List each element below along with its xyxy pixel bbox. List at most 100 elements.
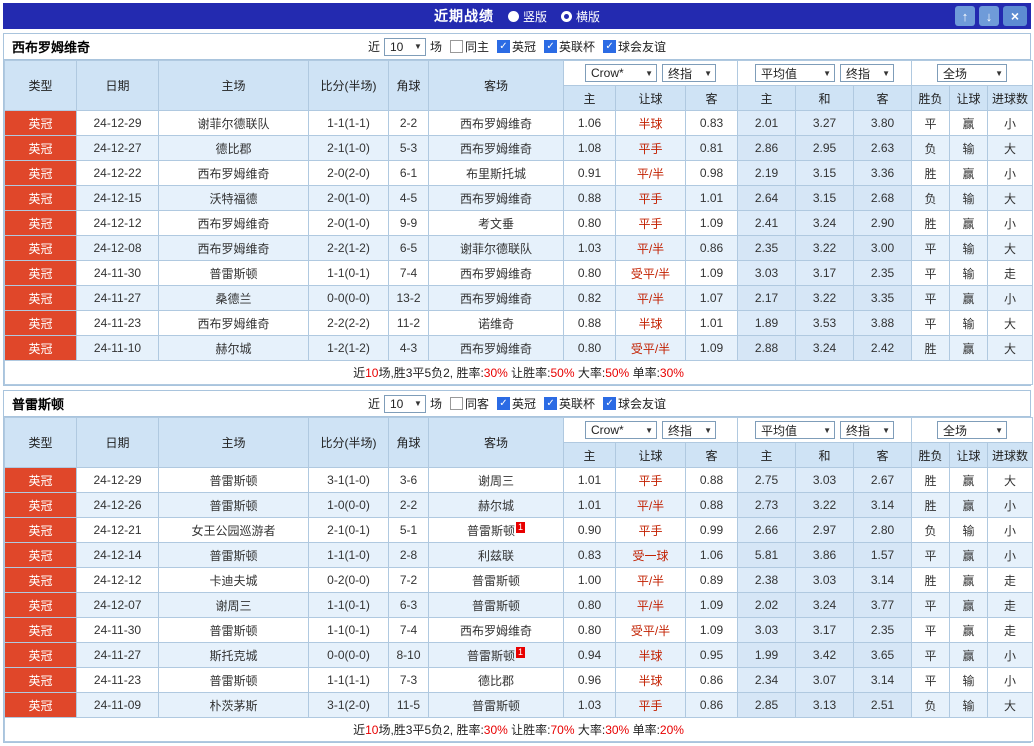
away-team-cell[interactable]: 诺维奇 (428, 310, 564, 336)
home-team-cell[interactable]: 谢菲尔德联队 (158, 110, 309, 136)
filter-checkbox[interactable]: ✓ 球会友谊 (603, 395, 666, 412)
filter-checkbox[interactable]: 同客 (449, 395, 489, 412)
away-team-cell[interactable]: 普雷斯顿 1 (428, 642, 564, 668)
radio-icon[interactable] (561, 10, 572, 22)
away-team-cell[interactable]: 普雷斯顿 1 (428, 517, 564, 543)
team-link[interactable]: 布里斯托城 (466, 167, 526, 181)
home-team-cell[interactable]: 西布罗姆维奇 (158, 310, 309, 336)
team-link[interactable]: 诺维奇 (478, 317, 514, 331)
away-team-cell[interactable]: 西布罗姆维奇 (428, 110, 564, 136)
team-link[interactable]: 西布罗姆维奇 (197, 317, 269, 331)
home-team-cell[interactable]: 普雷斯顿 (158, 542, 309, 568)
team-link[interactable]: 普雷斯顿 (209, 674, 257, 688)
home-team-cell[interactable]: 朴茨茅斯 (158, 692, 309, 718)
away-team-cell[interactable]: 西布罗姆维奇 (428, 335, 564, 361)
home-team-cell[interactable]: 西布罗姆维奇 (158, 210, 309, 236)
team-link[interactable]: 德比郡 (478, 674, 514, 688)
arrow-up-icon[interactable]: ↑ (955, 6, 975, 26)
away-team-cell[interactable]: 西布罗姆维奇 (428, 617, 564, 643)
checkbox-checked-icon[interactable]: ✓ (603, 397, 617, 410)
team-link[interactable]: 西布罗姆维奇 (197, 217, 269, 231)
home-team-cell[interactable]: 普雷斯顿 (158, 492, 309, 518)
team-link[interactable]: 普雷斯顿 (209, 624, 257, 638)
team-link[interactable]: 西布罗姆维奇 (197, 167, 269, 181)
recent-count-select[interactable]: 10 ▼ (383, 394, 426, 413)
team-link[interactable]: 斯托克城 (209, 649, 257, 663)
home-team-cell[interactable]: 普雷斯顿 (158, 260, 309, 286)
home-team-cell[interactable]: 普雷斯顿 (158, 617, 309, 643)
arrow-down-icon[interactable]: ↓ (979, 6, 999, 26)
team-link[interactable]: 普雷斯顿 (472, 574, 520, 588)
team-link[interactable]: 沃特福德 (209, 192, 257, 206)
team-link[interactable]: 西布罗姆维奇 (460, 342, 532, 356)
team-link[interactable]: 赫尔城 (478, 499, 514, 513)
team-link[interactable]: 谢菲尔德联队 (197, 117, 269, 131)
filter-checkbox[interactable]: ✓ 英联杯 (544, 38, 595, 55)
away-team-cell[interactable]: 西布罗姆维奇 (428, 185, 564, 211)
home-team-cell[interactable]: 斯托克城 (158, 642, 309, 668)
team-link[interactable]: 谢周三 (215, 599, 251, 613)
checkbox-checked-icon[interactable]: ✓ (603, 40, 617, 53)
team-link[interactable]: 德比郡 (215, 142, 251, 156)
team-link[interactable]: 普雷斯顿 (209, 549, 257, 563)
checkbox-unchecked-icon[interactable] (449, 40, 463, 53)
team-name[interactable]: 西布罗姆维奇 (12, 37, 90, 56)
away-team-cell[interactable]: 普雷斯顿 (428, 692, 564, 718)
away-team-cell[interactable]: 西布罗姆维奇 (428, 285, 564, 311)
team-link[interactable]: 普雷斯顿 (209, 267, 257, 281)
home-team-cell[interactable]: 女王公园巡游者 (158, 517, 309, 543)
away-team-cell[interactable]: 普雷斯顿 (428, 592, 564, 618)
away-team-cell[interactable]: 赫尔城 (428, 492, 564, 518)
away-team-cell[interactable]: 德比郡 (428, 667, 564, 693)
team-link[interactable]: 利兹联 (478, 549, 514, 563)
filter-checkbox[interactable]: ✓ 球会友谊 (603, 38, 666, 55)
final-index-select[interactable]: 终指 ▼ (662, 421, 716, 439)
recent-count-select[interactable]: 10 ▼ (383, 37, 426, 56)
team-link[interactable]: 考文垂 (478, 217, 514, 231)
checkbox-unchecked-icon[interactable] (449, 397, 463, 410)
team-link[interactable]: 桑德兰 (215, 292, 251, 306)
team-name[interactable]: 普雷斯顿 (12, 394, 64, 413)
average-select[interactable]: 平均值 ▼ (755, 64, 836, 82)
average-select[interactable]: 平均值 ▼ (755, 421, 836, 439)
close-icon[interactable]: × (1003, 6, 1027, 26)
team-link[interactable]: 西布罗姆维奇 (460, 624, 532, 638)
team-link[interactable]: 普雷斯顿 (472, 699, 520, 713)
layout-radio-vertical[interactable]: 竖版 (507, 8, 547, 25)
checkbox-checked-icon[interactable]: ✓ (544, 397, 558, 410)
team-link[interactable]: 普雷斯顿 (467, 524, 515, 538)
team-link[interactable]: 女王公园巡游者 (191, 524, 275, 538)
away-team-cell[interactable]: 西布罗姆维奇 (428, 260, 564, 286)
away-team-cell[interactable]: 布里斯托城 (428, 160, 564, 186)
filter-checkbox[interactable]: ✓ 英冠 (497, 38, 536, 55)
team-link[interactable]: 谢菲尔德联队 (460, 242, 532, 256)
team-link[interactable]: 西布罗姆维奇 (460, 117, 532, 131)
team-link[interactable]: 普雷斯顿 (467, 649, 515, 663)
home-team-cell[interactable]: 西布罗姆维奇 (158, 160, 309, 186)
checkbox-checked-icon[interactable]: ✓ (497, 40, 510, 53)
home-team-cell[interactable]: 西布罗姆维奇 (158, 235, 309, 261)
checkbox-checked-icon[interactable]: ✓ (544, 40, 558, 53)
home-team-cell[interactable]: 沃特福德 (158, 185, 309, 211)
home-team-cell[interactable]: 德比郡 (158, 135, 309, 161)
final-index-select[interactable]: 终指 ▼ (840, 64, 895, 82)
full-match-select[interactable]: 全场 ▼ (937, 64, 1008, 82)
final-index-select[interactable]: 终指 ▼ (840, 421, 895, 439)
away-team-cell[interactable]: 普雷斯顿 (428, 567, 564, 593)
team-link[interactable]: 普雷斯顿 (209, 499, 257, 513)
home-team-cell[interactable]: 卡迪夫城 (158, 567, 309, 593)
team-link[interactable]: 普雷斯顿 (209, 474, 257, 488)
bookmaker-select[interactable]: Crow* ▼ (585, 421, 657, 439)
radio-icon[interactable] (507, 10, 519, 22)
team-link[interactable]: 普雷斯顿 (472, 599, 520, 613)
away-team-cell[interactable]: 利兹联 (428, 542, 564, 568)
away-team-cell[interactable]: 西布罗姆维奇 (428, 135, 564, 161)
layout-radio-horizontal[interactable]: 横版 (561, 8, 600, 25)
team-link[interactable]: 西布罗姆维奇 (460, 192, 532, 206)
full-match-select[interactable]: 全场 ▼ (937, 421, 1008, 439)
team-link[interactable]: 西布罗姆维奇 (197, 242, 269, 256)
bookmaker-select[interactable]: Crow* ▼ (585, 64, 657, 82)
filter-checkbox[interactable]: ✓ 英冠 (497, 395, 536, 412)
final-index-select[interactable]: 终指 ▼ (662, 64, 716, 82)
checkbox-checked-icon[interactable]: ✓ (497, 397, 510, 410)
